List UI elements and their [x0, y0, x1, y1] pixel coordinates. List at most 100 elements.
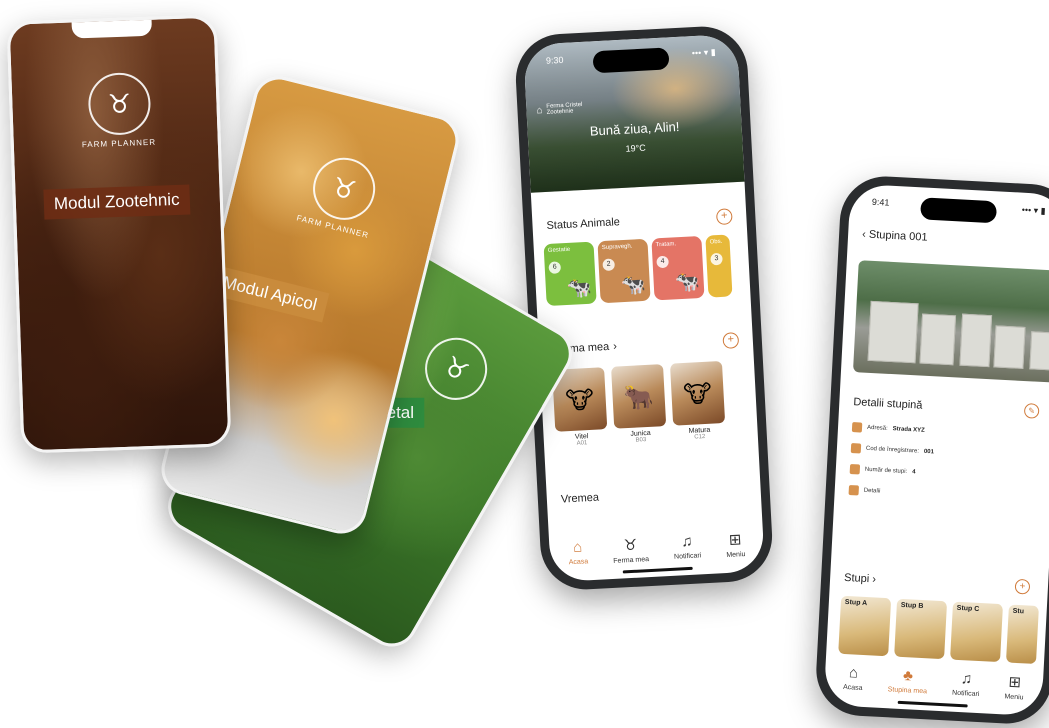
status-tile-count: 6 [548, 261, 562, 274]
details-title: Detalii stupină [853, 396, 923, 412]
details-list: Adresă: Strada XYZ Cod de înregistrare: … [848, 422, 935, 510]
cow-logo-icon: ♉ [413, 326, 499, 412]
cow-icon: 🐮 [682, 380, 713, 410]
apiary-photo [852, 260, 1049, 383]
cow-logo-icon: ♉ [306, 151, 382, 227]
hive-card[interactable]: Stu [1005, 604, 1039, 664]
hive-card[interactable]: Stup A [838, 595, 892, 657]
status-tile[interactable]: Gestatie 6 🐄 [543, 241, 597, 307]
status-time: 9:41 [871, 196, 890, 208]
tab-bar: ⌂ Acasa ♉ Ferma mea ♫ Notificari ⊞ Meniu [549, 529, 764, 568]
cow-icon: ♉ [623, 536, 638, 555]
hive-box [993, 325, 1026, 369]
dynamic-island [920, 197, 998, 224]
detail-row: Număr de stupi: 4 [849, 464, 933, 478]
bell-icon: ♫ [680, 532, 693, 551]
detail-row[interactable]: Detalii [848, 484, 932, 499]
tab-my-farm[interactable]: ♉ Ferma mea [612, 535, 649, 565]
apiary-icon: ♣ [902, 667, 914, 685]
hive-phone: 9:41 ••• ▾ ▮ ‹ Stupina 001 Detalii stupi… [814, 174, 1049, 726]
cow-icon: 🐂 [623, 383, 655, 413]
grid-icon: ⊞ [728, 531, 742, 549]
cow-icon: 🐄 [566, 276, 593, 300]
tab-notifications[interactable]: ♫ Notificari [952, 670, 981, 699]
status-icons: ••• ▾ ▮ [691, 46, 716, 59]
cow-icon: 🐄 [620, 273, 647, 298]
status-icons: ••• ▾ ▮ [1021, 204, 1046, 216]
detail-row: Cod de înregistrare: 001 [850, 443, 934, 457]
home-icon: ⌂ [848, 664, 859, 682]
home-icon: ⌂ [572, 538, 583, 557]
status-tile-label: Tratam. [655, 241, 677, 249]
chevron-left-icon: ‹ [861, 228, 867, 241]
farm-switcher[interactable]: ⌂ Ferma Cristel Zootehnie [536, 102, 583, 116]
status-tile-label: Gestatie [547, 246, 571, 254]
tab-home[interactable]: ⌂ Acasa [568, 538, 589, 567]
logo-text: FARM PLANNER [81, 137, 157, 150]
status-tile-label: Supravegh. [601, 243, 633, 252]
zootehnic-module-label: Modul Zootehnic [43, 184, 191, 220]
chevron-right-icon: › [871, 573, 877, 586]
hives-add-button[interactable]: + [1014, 578, 1031, 595]
tab-my-apiary[interactable]: ♣ Stupina mea [887, 666, 928, 696]
showcase-stage: ♉ Modul Vegetal ♉ FARM PLANNER Modul Api… [0, 0, 1049, 728]
animal-photo: 🐂 [611, 364, 667, 429]
hive-box [867, 300, 919, 364]
chevron-right-icon: › [612, 340, 618, 353]
status-time: 9:30 [545, 54, 564, 66]
animal-code: C12 [694, 433, 706, 441]
notch [71, 19, 153, 39]
dynamic-island [592, 47, 670, 74]
tab-menu[interactable]: ⊞ Meniu [1004, 672, 1025, 702]
hive-box [1029, 331, 1049, 371]
status-tile-count: 3 [710, 252, 723, 266]
animal-card[interactable]: 🐂 Junica B03 [611, 364, 667, 445]
location-icon [851, 422, 863, 433]
hive-card[interactable]: Stup B [894, 598, 948, 660]
hives-list: Stup A Stup B Stup C Stu [838, 595, 1039, 664]
cow-icon: 🐄 [674, 271, 701, 295]
id-icon [850, 443, 862, 454]
animal-code: B03 [635, 437, 647, 444]
back-button[interactable]: ‹ Stupina 001 [862, 228, 928, 243]
hive-icon [849, 464, 861, 475]
farm-icon: ⌂ [536, 104, 543, 116]
status-tile-count: 2 [602, 258, 615, 272]
cow-logo-icon: ♉ [87, 71, 152, 136]
home-indicator [897, 700, 968, 708]
apicol-module-label: Modul Apicol [209, 265, 330, 323]
status-add-button[interactable]: + [715, 208, 733, 226]
animal-card[interactable]: 🐮 Matura C12 [669, 360, 726, 442]
status-tile-label: Obs. [709, 238, 723, 246]
tab-home[interactable]: ⌂ Acasa [843, 664, 864, 693]
tab-notifications[interactable]: ♫ Notificari [673, 532, 702, 561]
main-phone: 9:30 ••• ▾ ▮ ⌂ Ferma Cristel Zootehnie B… [513, 24, 775, 592]
status-tile[interactable]: Supravegh. 2 🐄 [597, 238, 651, 304]
weather-title: Vremea [560, 491, 600, 506]
hive-card[interactable]: Stup C [950, 601, 1004, 663]
status-animals-title: Status Animale [546, 216, 621, 232]
grid-icon: ⊞ [1008, 673, 1022, 692]
page-title: Stupina 001 [868, 228, 928, 244]
hive-box [959, 313, 993, 368]
hive-box [919, 313, 957, 366]
animal-code: A01 [576, 440, 588, 447]
status-tile[interactable]: Tratam. 4 🐄 [651, 235, 705, 301]
zootehnic-module-card[interactable]: ♉ FARM PLANNER Modul Zootehnic [6, 14, 232, 454]
home-indicator [622, 566, 693, 574]
hives-section-title[interactable]: Stupi › [844, 572, 876, 586]
tab-menu[interactable]: ⊞ Meniu [725, 530, 745, 559]
info-icon [848, 484, 860, 496]
hive-phone-screen: 9:41 ••• ▾ ▮ ‹ Stupina 001 Detalii stupi… [823, 183, 1049, 717]
farm-add-button[interactable]: + [722, 332, 740, 349]
edit-icon[interactable]: ✎ [1023, 403, 1040, 419]
tab-bar: ⌂ Acasa ♣ Stupina mea ♫ Notificari ⊞ Men… [824, 663, 1043, 702]
bell-icon: ♫ [960, 670, 973, 688]
cow-icon: 🐮 [564, 386, 595, 416]
animal-photo: 🐮 [669, 360, 726, 426]
farm-animals: 🐮 Vitel A01 🐂 Junica B03 🐮 Matura C12 [552, 360, 726, 448]
main-phone-screen: 9:30 ••• ▾ ▮ ⌂ Ferma Cristel Zootehnie B… [523, 33, 765, 583]
status-tile-count: 4 [656, 255, 669, 269]
status-tile[interactable]: Obs. 3 [705, 234, 733, 298]
detail-row: Adresă: Strada XYZ [851, 422, 935, 436]
